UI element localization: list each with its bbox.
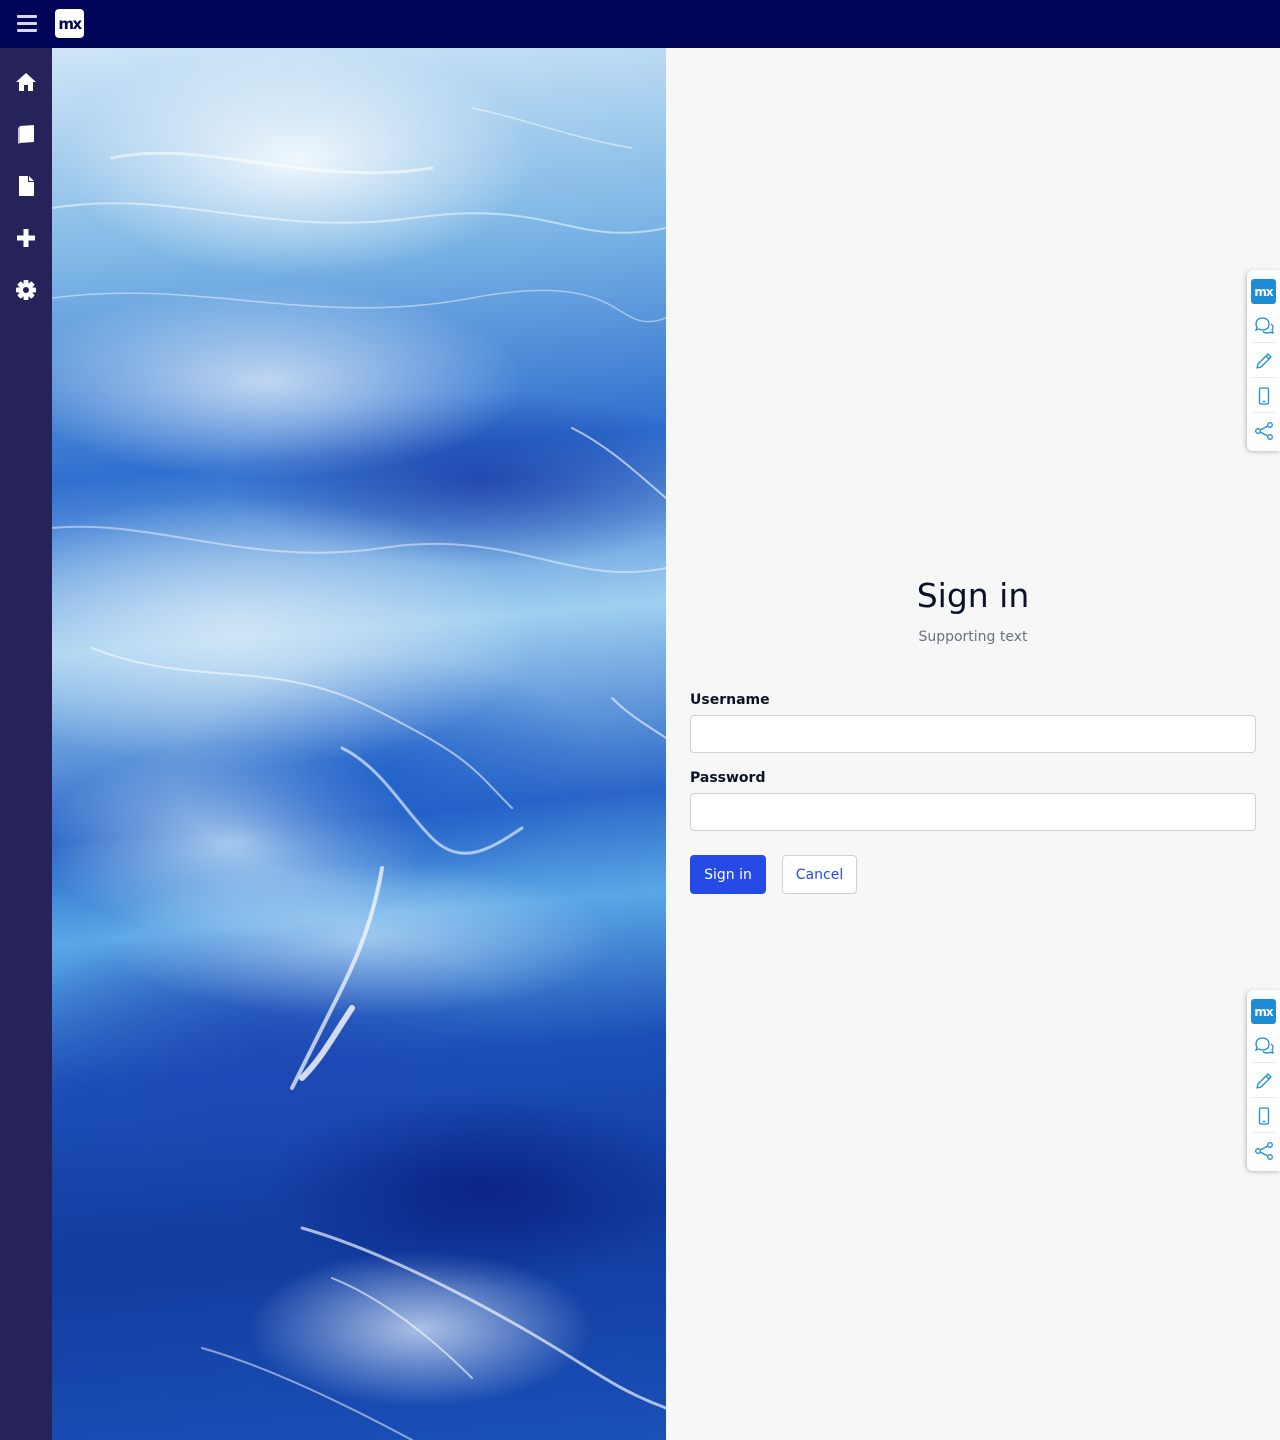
sidebar-item-home[interactable] bbox=[0, 62, 52, 102]
page-title: Sign in bbox=[916, 576, 1030, 615]
mobile-preview-button[interactable] bbox=[1247, 1098, 1280, 1133]
share-button[interactable] bbox=[1247, 413, 1280, 448]
password-field[interactable] bbox=[690, 793, 1256, 831]
edit-button[interactable] bbox=[1247, 1063, 1280, 1098]
signin-panel: Sign in Supporting text Username Passwor… bbox=[666, 48, 1280, 1440]
sidebar-item-settings[interactable] bbox=[0, 270, 52, 310]
hamburger-menu-icon[interactable] bbox=[14, 12, 40, 36]
mendix-toolbar: mx bbox=[1247, 270, 1280, 451]
supporting-text: Supporting text bbox=[918, 629, 1028, 645]
chat-icon bbox=[1254, 1036, 1274, 1054]
mendix-toolbar-secondary: mx bbox=[1247, 990, 1280, 1171]
mendix-logo: mx bbox=[1251, 999, 1276, 1024]
book-icon bbox=[18, 125, 34, 144]
signin-button[interactable]: Sign in bbox=[690, 855, 766, 894]
document-icon bbox=[19, 176, 34, 196]
top-bar: mx bbox=[0, 0, 1280, 48]
feedback-button[interactable] bbox=[1247, 1028, 1280, 1063]
sidebar-item-page[interactable] bbox=[0, 166, 52, 206]
mendix-toolbar-logo-button[interactable]: mx bbox=[1247, 994, 1280, 1029]
username-label: Username bbox=[690, 692, 770, 708]
sidebar-item-add[interactable] bbox=[0, 218, 52, 258]
pencil-icon bbox=[1255, 1072, 1272, 1089]
home-icon bbox=[16, 73, 36, 91]
cancel-button[interactable]: Cancel bbox=[782, 855, 857, 894]
sidebar-item-book[interactable] bbox=[0, 114, 52, 154]
share-button[interactable] bbox=[1247, 1133, 1280, 1168]
password-label: Password bbox=[690, 770, 766, 786]
username-field[interactable] bbox=[690, 715, 1256, 753]
mobile-preview-button[interactable] bbox=[1247, 378, 1280, 413]
sidebar bbox=[0, 48, 52, 1440]
feedback-button[interactable] bbox=[1247, 308, 1280, 343]
mendix-logo: mx bbox=[1251, 279, 1276, 304]
ocean-waves-photo bbox=[52, 48, 666, 1440]
chat-icon bbox=[1254, 316, 1274, 334]
gear-icon bbox=[16, 280, 36, 300]
mendix-toolbar-logo-button[interactable]: mx bbox=[1247, 274, 1280, 309]
share-icon bbox=[1254, 1141, 1273, 1160]
plus-icon bbox=[17, 229, 35, 247]
pencil-icon bbox=[1255, 352, 1272, 369]
edit-button[interactable] bbox=[1247, 343, 1280, 378]
mobile-icon bbox=[1258, 386, 1269, 405]
share-icon bbox=[1254, 421, 1273, 440]
mendix-logo: mx bbox=[55, 9, 84, 38]
mobile-icon bbox=[1258, 1106, 1269, 1125]
